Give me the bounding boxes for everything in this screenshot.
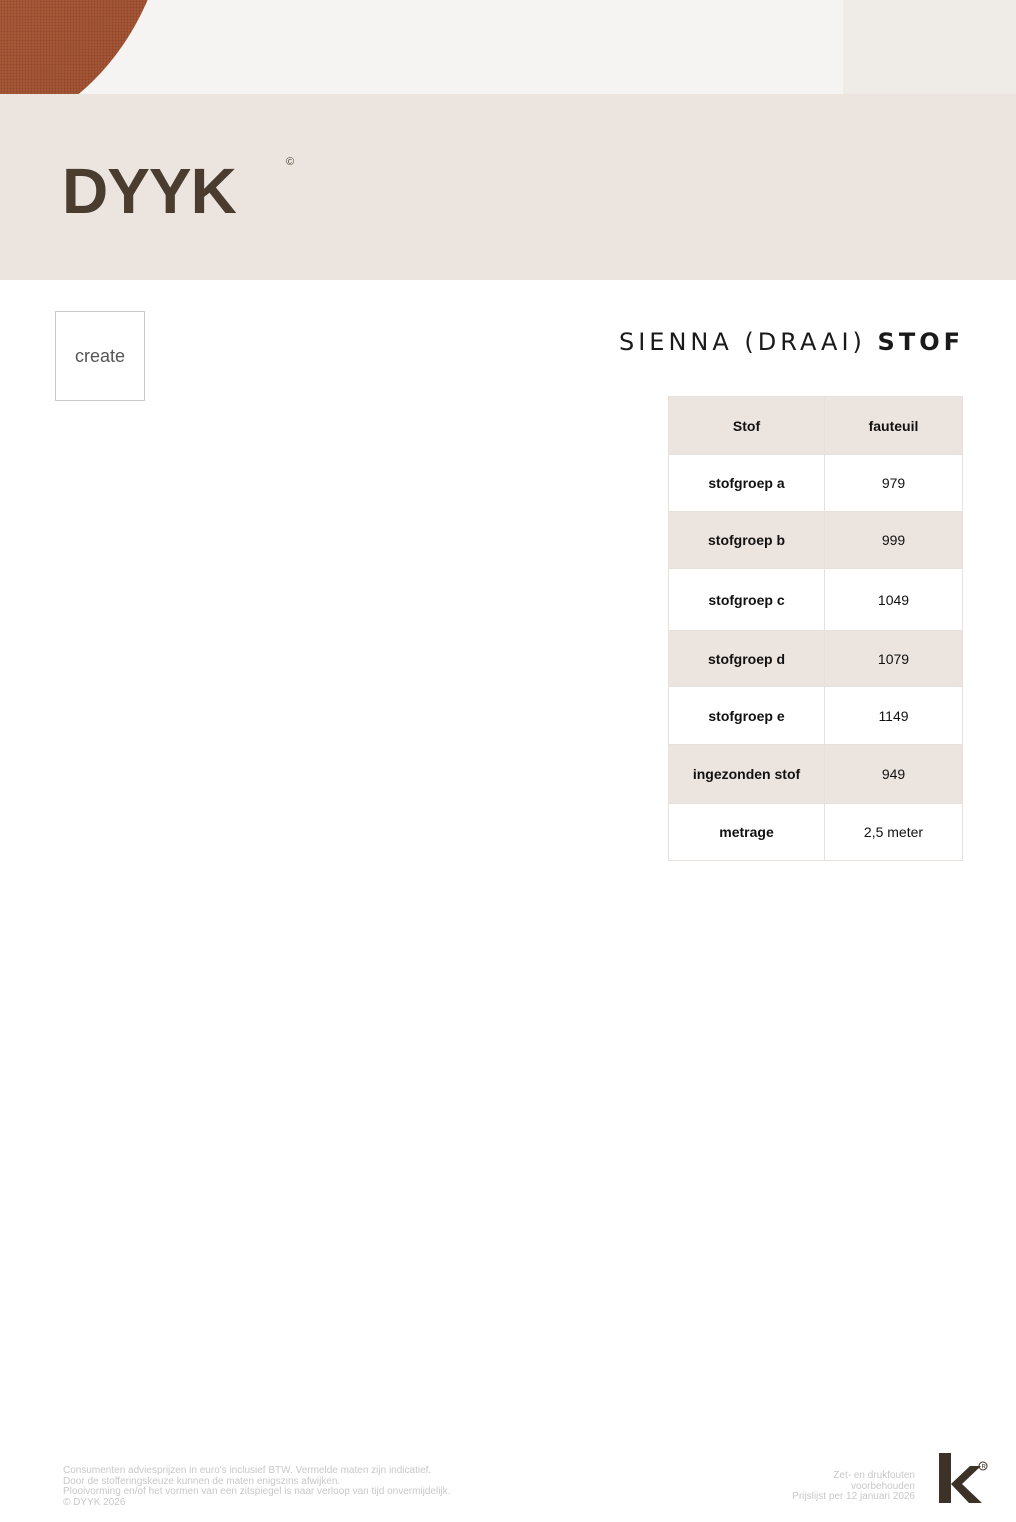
footer-disclaimer: Consumenten adviesprijzen in euro's incl… [63, 1465, 543, 1508]
row-label: stofgroep b [668, 511, 825, 569]
row-label: stofgroep e [668, 686, 825, 745]
footer-note-line: Zet- en drukfouten [833, 1470, 915, 1481]
table-row: stofgroep a 979 [668, 454, 963, 512]
dyyk-logo-text: DYYK [62, 155, 237, 220]
row-label: stofgroep c [668, 568, 825, 631]
product-title-bold: STOF [877, 328, 964, 356]
row-label: metrage [668, 803, 825, 861]
row-value: 999 [824, 511, 963, 569]
svg-text:R: R [982, 1465, 987, 1471]
table-row: stofgroep e 1149 [668, 686, 963, 745]
header-stof: Stof [668, 396, 825, 455]
dyyk-logo-graphic: DYYK © [62, 155, 294, 220]
table-row: stofgroep d 1079 [668, 630, 963, 687]
table-row: ingezonden stof 949 [668, 744, 963, 804]
footer-notes: Zet- en drukfouten voorbehouden Prijslij… [715, 1470, 915, 1503]
row-value: 1049 [824, 568, 963, 631]
footer-note-line: Prijslijst per 12 januari 2026 [792, 1491, 915, 1502]
fabric-swatch-image [0, 0, 175, 94]
row-value: 2,5 meter [824, 803, 963, 861]
row-value: 979 [824, 454, 963, 512]
table-row: stofgroep b 999 [668, 511, 963, 569]
header-fauteuil: fauteuil [824, 396, 963, 455]
placeholder-label: create [74, 345, 126, 366]
image-placeholder: create [55, 311, 145, 401]
table-row: stofgroep c 1049 [668, 568, 963, 631]
footer-line: Consumenten adviesprijzen in euro's incl… [63, 1465, 432, 1476]
footer-line: © DYYK 2026 [63, 1496, 126, 1508]
top-image-strip [0, 0, 1016, 94]
row-label: stofgroep a [668, 454, 825, 512]
row-value: 1079 [824, 630, 963, 687]
row-value: 1149 [824, 686, 963, 745]
product-title: SIENNA (DRAAI) STOF [619, 328, 964, 356]
top-right-panel [843, 0, 1016, 94]
copyright-mark: © [286, 156, 294, 168]
row-label: ingezonden stof [668, 744, 825, 804]
k-brand-icon: R [936, 1450, 992, 1506]
row-label: stofgroep d [668, 630, 825, 687]
dyyk-logo: DYYK © [62, 140, 302, 220]
table-row: metrage 2,5 meter [668, 803, 963, 861]
row-value: 949 [824, 744, 963, 804]
product-title-regular: SIENNA (DRAAI) [618, 328, 866, 356]
table-header-row: Stof fauteuil [668, 396, 963, 455]
price-table: Stof fauteuil stofgroep a 979 stofgroep … [668, 396, 963, 861]
footer-line: Plooivorming en/of het vormen van een zi… [63, 1486, 451, 1497]
